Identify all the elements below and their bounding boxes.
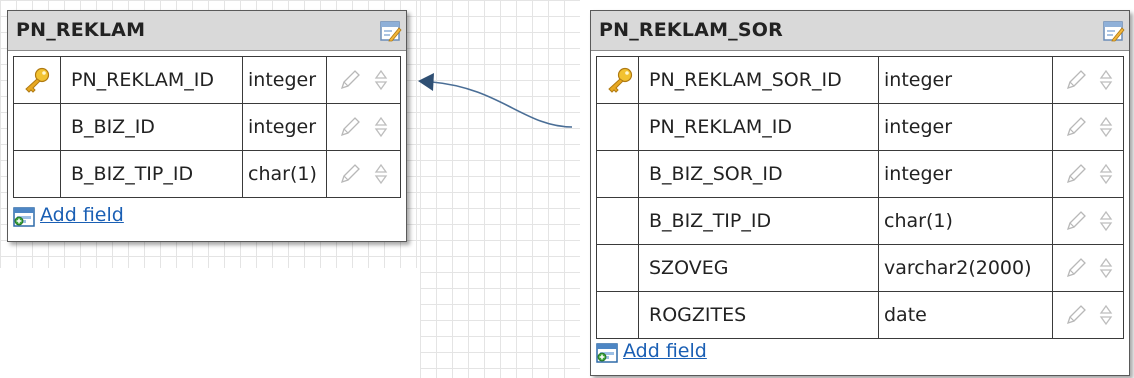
field-actions bbox=[1053, 57, 1125, 103]
add-field-icon[interactable] bbox=[596, 343, 618, 363]
field-actions bbox=[1053, 245, 1125, 291]
add-field-icon[interactable] bbox=[13, 207, 35, 227]
reorder-arrows-icon[interactable] bbox=[374, 69, 388, 91]
key-cell bbox=[597, 104, 639, 150]
field-type[interactable]: date bbox=[879, 292, 1053, 338]
reorder-arrows-icon[interactable] bbox=[374, 116, 388, 138]
key-cell bbox=[597, 245, 639, 291]
pencil-icon[interactable] bbox=[1065, 69, 1087, 91]
pencil-icon[interactable] bbox=[339, 163, 361, 185]
add-field-link[interactable]: Add field bbox=[623, 340, 707, 362]
field-type[interactable]: integer bbox=[879, 151, 1053, 197]
field-name[interactable]: SZOVEG bbox=[639, 245, 879, 291]
reorder-arrows-icon[interactable] bbox=[1099, 304, 1113, 326]
field-name[interactable]: B_BIZ_TIP_ID bbox=[639, 198, 879, 244]
reorder-arrows-icon[interactable] bbox=[374, 163, 388, 185]
field-row[interactable]: ROGZITES date bbox=[597, 292, 1123, 339]
primary-key-icon bbox=[25, 67, 50, 93]
field-actions bbox=[327, 151, 402, 197]
field-name[interactable]: B_BIZ_TIP_ID bbox=[61, 151, 243, 197]
reorder-arrows-icon[interactable] bbox=[1099, 69, 1113, 91]
field-name[interactable]: PN_REKLAM_SOR_ID bbox=[639, 57, 879, 103]
key-cell bbox=[14, 57, 61, 103]
pencil-icon[interactable] bbox=[339, 116, 361, 138]
field-list: PN_REKLAM_SOR_ID integer PN_REKLAM_ID in… bbox=[596, 56, 1124, 339]
reorder-arrows-icon[interactable] bbox=[1099, 116, 1113, 138]
field-name[interactable]: PN_REKLAM_ID bbox=[61, 57, 243, 103]
field-type[interactable]: integer bbox=[879, 104, 1053, 150]
reorder-arrows-icon[interactable] bbox=[1099, 163, 1113, 185]
field-name[interactable]: PN_REKLAM_ID bbox=[639, 104, 879, 150]
field-actions bbox=[1053, 151, 1125, 197]
field-actions bbox=[327, 104, 402, 150]
pencil-icon[interactable] bbox=[1065, 116, 1087, 138]
field-list: PN_REKLAM_ID integer B_BIZ_ID integer B_… bbox=[13, 56, 401, 198]
key-cell bbox=[597, 57, 639, 103]
edit-table-icon[interactable] bbox=[1103, 20, 1125, 42]
field-name[interactable]: B_BIZ_ID bbox=[61, 104, 243, 150]
relationship-line bbox=[431, 81, 573, 128]
pencil-icon[interactable] bbox=[1065, 163, 1087, 185]
field-row[interactable]: B_BIZ_TIP_ID char(1) bbox=[597, 198, 1123, 245]
add-field-link[interactable]: Add field bbox=[40, 204, 124, 226]
field-type[interactable]: varchar2(2000) bbox=[879, 245, 1053, 291]
field-row[interactable]: B_BIZ_TIP_ID char(1) bbox=[14, 151, 400, 198]
key-cell bbox=[14, 104, 61, 150]
edit-table-icon[interactable] bbox=[380, 20, 402, 42]
reorder-arrows-icon[interactable] bbox=[1099, 210, 1113, 232]
field-type[interactable]: integer bbox=[243, 57, 327, 103]
reorder-arrows-icon[interactable] bbox=[1099, 257, 1113, 279]
table-header[interactable]: PN_REKLAM bbox=[8, 11, 406, 51]
field-actions bbox=[327, 57, 402, 103]
table-header[interactable]: PN_REKLAM_SOR bbox=[591, 11, 1129, 51]
table-pn-reklam[interactable]: PN_REKLAM PN_REKLAM_ID integer B_BIZ_ID … bbox=[7, 10, 407, 242]
field-row[interactable]: PN_REKLAM_ID integer bbox=[14, 57, 400, 104]
key-cell bbox=[597, 198, 639, 244]
field-name[interactable]: ROGZITES bbox=[639, 292, 879, 338]
field-row[interactable]: PN_REKLAM_ID integer bbox=[597, 104, 1123, 151]
field-name[interactable]: B_BIZ_SOR_ID bbox=[639, 151, 879, 197]
pencil-icon[interactable] bbox=[1065, 257, 1087, 279]
key-cell bbox=[597, 292, 639, 338]
primary-key-icon bbox=[608, 67, 633, 93]
field-type[interactable]: char(1) bbox=[243, 151, 327, 197]
field-row[interactable]: PN_REKLAM_SOR_ID integer bbox=[597, 57, 1123, 104]
field-row[interactable]: B_BIZ_SOR_ID integer bbox=[597, 151, 1123, 198]
pencil-icon[interactable] bbox=[1065, 210, 1087, 232]
key-cell bbox=[14, 151, 61, 197]
field-row[interactable]: B_BIZ_ID integer bbox=[14, 104, 400, 151]
field-type[interactable]: integer bbox=[243, 104, 327, 150]
table-title: PN_REKLAM bbox=[16, 19, 146, 41]
table-pn-reklam-sor[interactable]: PN_REKLAM_SOR PN_REKLAM_SOR_ID integer P… bbox=[590, 10, 1130, 376]
pencil-icon[interactable] bbox=[1065, 304, 1087, 326]
relationship-arrowhead bbox=[418, 73, 434, 91]
pencil-icon[interactable] bbox=[339, 69, 361, 91]
key-cell bbox=[597, 151, 639, 197]
table-title: PN_REKLAM_SOR bbox=[599, 19, 783, 41]
field-actions bbox=[1053, 198, 1125, 244]
field-actions bbox=[1053, 104, 1125, 150]
field-row[interactable]: SZOVEG varchar2(2000) bbox=[597, 245, 1123, 292]
field-type[interactable]: char(1) bbox=[879, 198, 1053, 244]
field-type[interactable]: integer bbox=[879, 57, 1053, 103]
field-actions bbox=[1053, 292, 1125, 338]
